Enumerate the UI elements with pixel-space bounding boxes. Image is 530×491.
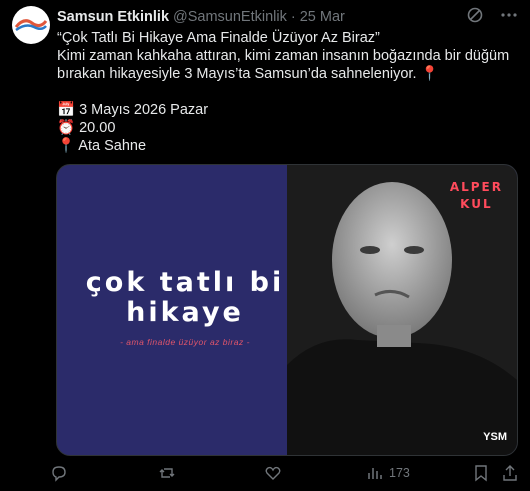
tweet-line: bırakan hikayesiyle 3 Mayıs’ta Samsun’da… — [57, 66, 439, 82]
actor-last-name: KUL — [460, 197, 493, 211]
analytics-icon — [368, 468, 382, 479]
tweet-header: Samsun Etkinlik @SamsunEtkinlik · 25 Mar — [57, 7, 518, 27]
author-name[interactable]: Samsun Etkinlik — [57, 9, 169, 25]
retweet-button[interactable] — [158, 464, 176, 482]
views-count: 173 — [389, 466, 410, 480]
avatar[interactable] — [12, 6, 50, 44]
actor-first-name: ALPER — [449, 180, 503, 194]
poster-image[interactable]: ALPER KUL çok tatlı bi hikaye - ama fina… — [56, 164, 518, 456]
poster-title-line: çok tatlı bi — [85, 267, 285, 298]
poster-subtitle: - ama finalde üzüyor az biraz - — [120, 337, 250, 347]
alarm-clock-icon: ⏰ — [57, 120, 76, 136]
author-handle[interactable]: @SamsunEtkinlik — [173, 9, 287, 25]
retweet-icon — [159, 468, 175, 478]
share-icon — [503, 465, 517, 481]
poster-title-line: hikaye — [126, 297, 244, 328]
bookmark-button[interactable] — [473, 464, 489, 482]
time-line: ⏰ 20.00 — [57, 119, 516, 137]
grok-icon[interactable] — [466, 6, 484, 28]
tweet-line: Kimi zaman kahkaha attıran, kimi zaman i… — [57, 48, 510, 64]
share-button[interactable] — [502, 464, 518, 482]
tweet-text: “Çok Tatlı Bi Hikaye Ama Finalde Üzüyor … — [57, 29, 516, 155]
event-date: 3 Mayıs 2026 Pazar — [79, 102, 209, 118]
tweet-line: “Çok Tatlı Bi Hikaye Ama Finalde Üzüyor … — [57, 30, 380, 46]
reply-button[interactable] — [50, 464, 68, 482]
pin-icon: 📍 — [57, 138, 76, 154]
more-options-icon[interactable] — [500, 6, 518, 28]
event-venue: Ata Sahne — [78, 138, 147, 154]
separator-dot: · — [290, 9, 296, 25]
date-line: 📅 3 Mayıs 2026 Pazar — [57, 101, 516, 119]
timestamp[interactable]: 25 Mar — [300, 9, 345, 25]
samsun-logo-icon — [14, 19, 48, 32]
venue-line: 📍 Ata Sahne — [57, 137, 516, 155]
heart-icon — [265, 466, 281, 480]
like-button[interactable] — [264, 464, 282, 482]
poster-actor-name: ALPER KUL — [450, 179, 503, 213]
event-time: 20.00 — [79, 120, 116, 136]
calendar-icon: 📅 — [57, 102, 76, 118]
reply-icon — [52, 466, 66, 482]
tweet-actions: 173 — [50, 462, 520, 484]
views-button[interactable]: 173 — [367, 465, 410, 481]
ysm-logo: YSM — [483, 431, 507, 443]
poster-title: çok tatlı bi hikaye — [75, 268, 295, 328]
bookmark-icon — [475, 465, 487, 482]
